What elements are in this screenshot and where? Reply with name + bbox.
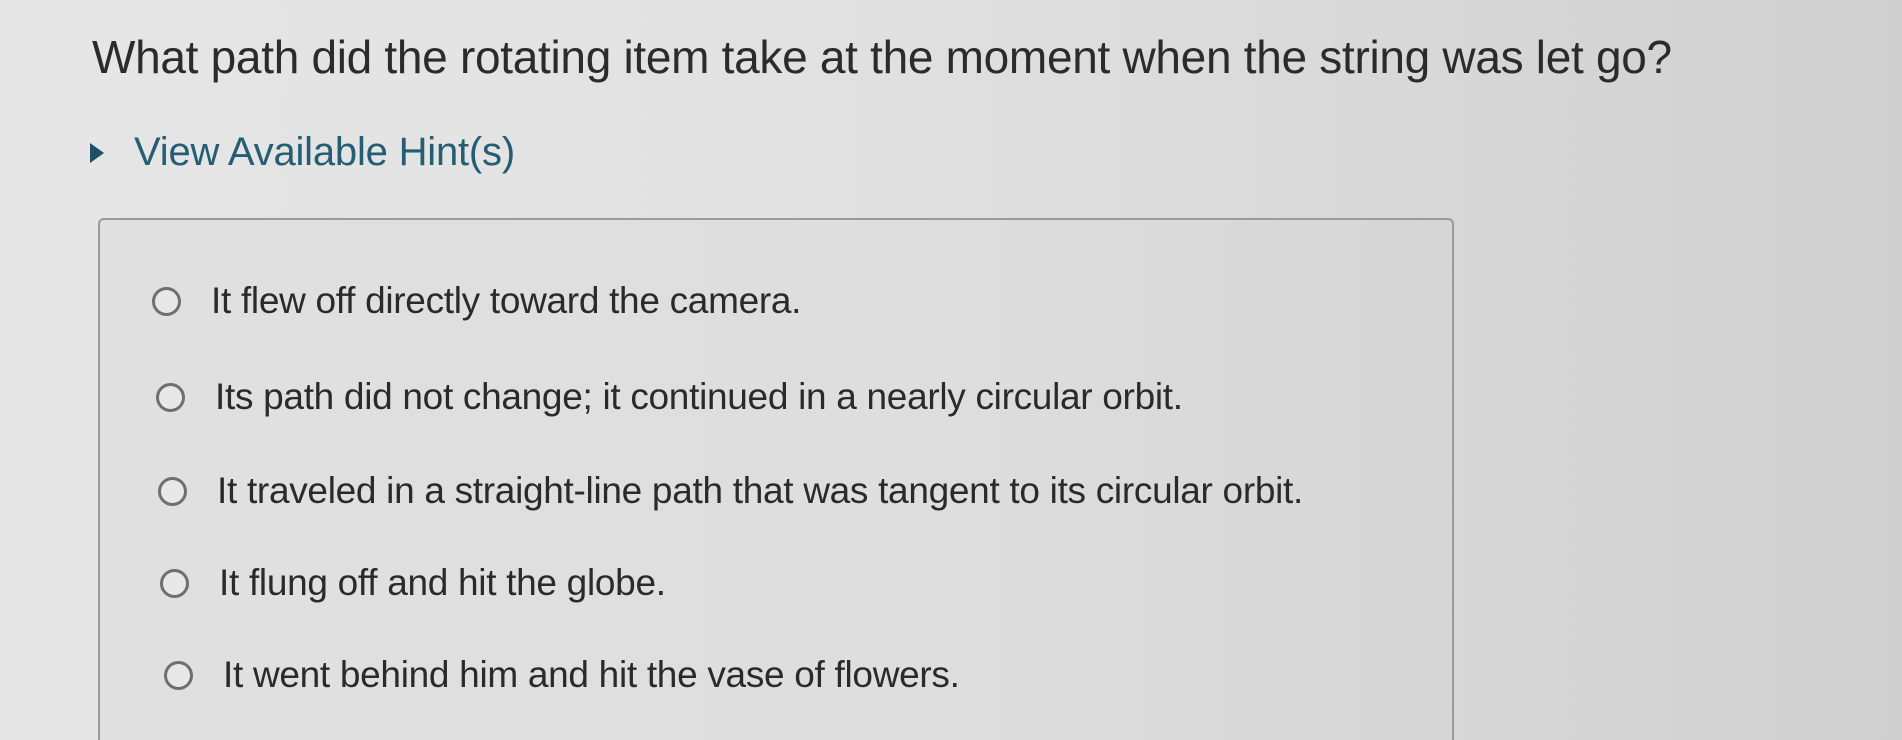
answer-choice-5[interactable]: It went behind him and hit the vase of f… <box>164 654 960 696</box>
radio-button-icon[interactable] <box>152 286 181 316</box>
answer-choice-1[interactable]: It flew off directly toward the camera. <box>152 280 801 322</box>
radio-button-icon[interactable] <box>158 476 187 506</box>
radio-button-icon[interactable] <box>156 382 185 412</box>
choice-label: It flew off directly toward the camera. <box>211 280 802 321</box>
choice-label: It traveled in a straight-line path that… <box>217 470 1304 511</box>
radio-button-icon[interactable] <box>164 660 193 690</box>
answer-choice-2[interactable]: Its path did not change; it continued in… <box>156 376 1183 418</box>
answer-choice-3[interactable]: It traveled in a straight-line path that… <box>158 470 1303 512</box>
choice-label: Its path did not change; it continued in… <box>215 376 1183 417</box>
caret-right-icon <box>90 142 104 163</box>
view-hints-toggle[interactable]: View Available Hint(s) <box>90 130 515 175</box>
choice-label: It flung off and hit the globe. <box>219 562 666 603</box>
choice-label: It went behind him and hit the vase of f… <box>223 654 960 695</box>
radio-button-icon[interactable] <box>160 568 189 598</box>
question-text: What path did the rotating item take at … <box>92 31 1672 83</box>
view-hints-label: View Available Hint(s) <box>134 130 515 174</box>
answer-choice-4[interactable]: It flung off and hit the globe. <box>160 562 666 604</box>
